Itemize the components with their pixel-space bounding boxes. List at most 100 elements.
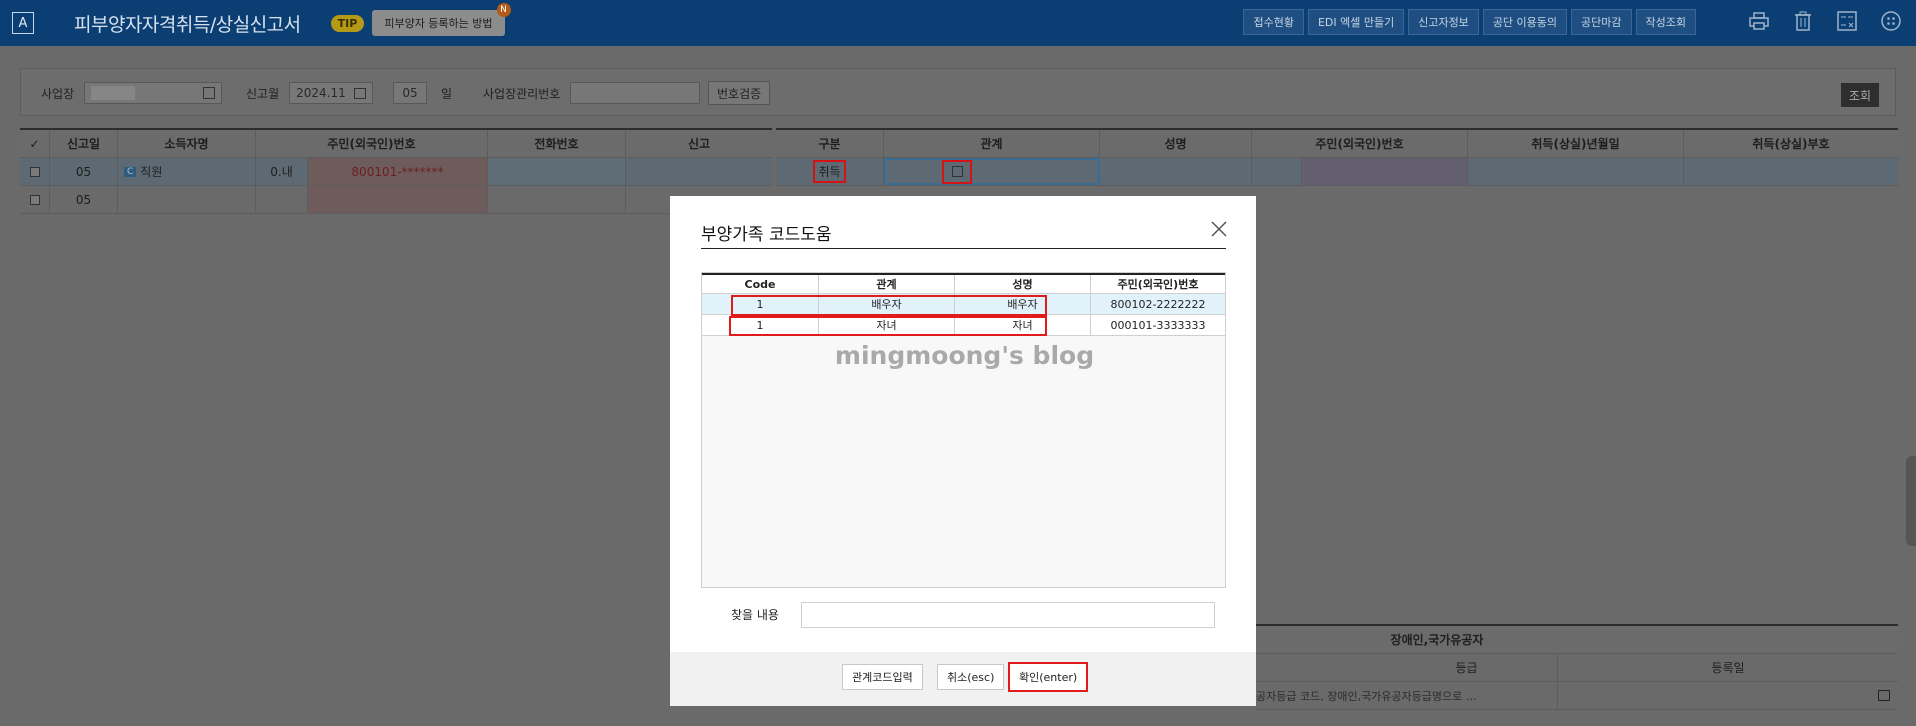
- app-logo: A: [12, 12, 34, 34]
- cancel-button[interactable]: 취소(esc): [937, 664, 1005, 690]
- agency-consent-button[interactable]: 공단 이용동의: [1482, 9, 1568, 35]
- agency-close-button[interactable]: 공단마감: [1571, 9, 1632, 35]
- col-acquire-code: 취득(상실)부호: [1684, 130, 1898, 157]
- row-day: 05: [50, 158, 118, 185]
- col-resident-no: 주민(외국인)번호: [1252, 130, 1468, 157]
- row-day: 05: [50, 186, 118, 213]
- highlight-row-2: [729, 316, 1047, 336]
- redacted-value: [91, 86, 136, 100]
- row-name: 직원: [140, 165, 163, 179]
- disability-input-row: 공자등급 코드, 장애인,국가유공자등급명으로 …: [1256, 682, 1898, 710]
- close-icon[interactable]: [1210, 220, 1228, 238]
- col-resident-no: 주민(외국인)번호: [1117, 278, 1199, 291]
- report-month-field: 신고월 2024.11: [246, 82, 374, 104]
- calculator-icon[interactable]: [1836, 10, 1858, 32]
- row-resident-no: 800102-2222222: [1110, 297, 1206, 311]
- row-acquire-date[interactable]: [1468, 158, 1684, 185]
- row-resident-no: [308, 186, 488, 213]
- menu-grid-icon[interactable]: [1880, 10, 1902, 32]
- dialog-footer: 관계코드입력 취소(esc) 확인(enter): [670, 652, 1256, 706]
- row-relation-cell[interactable]: [884, 158, 1100, 185]
- disability-panel: 장애인,국가유공자 등급 등록일 공자등급 코드, 장애인,국가유공자등급명으로…: [1256, 624, 1898, 726]
- blog-watermark: mingmoong's blog: [834, 341, 1095, 370]
- calendar-icon[interactable]: [1878, 690, 1890, 701]
- employee-grid-header: ✓ 신고일 소득자명 주민(외국인)번호 전화번호 신고: [20, 130, 772, 158]
- app-header: A 피부양자자격취득/상실신고서 TIP 피부양자 등록하는 방법 N 접수현황…: [0, 0, 1916, 46]
- trash-icon[interactable]: [1792, 10, 1814, 32]
- print-icon[interactable]: [1748, 10, 1770, 32]
- row-name-cell: C 직원: [118, 158, 256, 185]
- col-earner-name: 소득자명: [118, 130, 256, 157]
- row-category-cell[interactable]: 취득: [776, 158, 884, 185]
- row-checkbox[interactable]: [20, 158, 50, 185]
- calendar-icon[interactable]: [354, 87, 367, 99]
- confirm-button[interactable]: 확인(enter): [1008, 662, 1089, 692]
- table-row[interactable]: 05 C 직원 0.내 800101-*******: [20, 158, 772, 186]
- lookup-icon[interactable]: [203, 87, 216, 99]
- disability-title-row: 장애인,국가유공자: [1256, 626, 1898, 654]
- manage-no-label: 사업장관리번호: [483, 86, 561, 101]
- row-report: [626, 158, 772, 185]
- row-name[interactable]: [1100, 158, 1252, 185]
- col-category: 구분: [776, 130, 884, 157]
- workplace-field: 사업장: [41, 82, 223, 104]
- highlight-row-1: [731, 295, 1047, 316]
- row-acquire-code[interactable]: [1684, 158, 1898, 185]
- row-category: 취득: [812, 159, 846, 184]
- report-month-label: 신고월: [246, 86, 280, 101]
- find-input[interactable]: [801, 602, 1215, 628]
- row-resident-no: 000101-3333333: [1110, 318, 1206, 332]
- col-code: Code: [702, 275, 819, 293]
- employee-grid: ✓ 신고일 소득자명 주민(외국인)번호 전화번호 신고 05 C 직원 0.내…: [20, 128, 772, 726]
- verify-number-button[interactable]: 번호검증: [708, 81, 771, 105]
- manage-no-field: 사업장관리번호: [483, 82, 701, 104]
- report-day-unit: 일: [441, 86, 453, 101]
- table-row[interactable]: 취득: [776, 158, 1898, 186]
- grade-input[interactable]: 공자등급 코드, 장애인,국가유공자등급명으로 …: [1256, 682, 1558, 709]
- row-resident-no-a[interactable]: [1252, 158, 1302, 185]
- manage-no-input[interactable]: [570, 82, 701, 104]
- row-tag: C: [124, 166, 137, 177]
- code-table-header: Code 관계 성명 주민(외국인)번호: [702, 273, 1225, 294]
- title-divider: [701, 248, 1226, 249]
- col-acquire-date: 취득(상실)년월일: [1468, 130, 1684, 157]
- header-toolbar: 접수현황 EDI 엑셀 만들기 신고자정보 공단 이용동의 공단마감 작성조회: [1243, 9, 1696, 35]
- edi-excel-button[interactable]: EDI 엑셀 만들기: [1307, 9, 1405, 35]
- col-phone: 전화번호: [488, 130, 626, 157]
- row-resident-no-b[interactable]: [1302, 158, 1468, 185]
- check-all-icon[interactable]: ✓: [20, 130, 50, 157]
- row-resident-no: 800101-*******: [308, 158, 488, 185]
- row-phone[interactable]: [488, 186, 626, 213]
- row-checkbox[interactable]: [20, 186, 50, 213]
- new-badge: N: [496, 3, 511, 17]
- table-row[interactable]: 05: [20, 186, 772, 214]
- search-button[interactable]: 조회: [1840, 83, 1879, 107]
- workplace-label: 사업장: [41, 86, 75, 101]
- disability-title: 장애인,국가유공자: [1256, 626, 1898, 653]
- page-title: 피부양자자격취득/상실신고서: [74, 13, 301, 36]
- header-icons: [1748, 10, 1902, 32]
- reporter-info-button[interactable]: 신고자정보: [1408, 9, 1479, 35]
- workplace-select[interactable]: [84, 82, 223, 104]
- col-relation: 관계: [884, 130, 1100, 157]
- row-phone[interactable]: [488, 158, 626, 185]
- report-day-input[interactable]: 05: [393, 82, 427, 104]
- receipt-status-button[interactable]: 접수현황: [1243, 9, 1304, 35]
- dialog-title: 부양가족 코드도움: [701, 225, 832, 245]
- col-report: 신고: [626, 130, 772, 157]
- relation-lookup-icon[interactable]: [942, 159, 972, 184]
- col-report-day: 신고일: [50, 130, 118, 157]
- disability-header-row: 등급 등록일: [1256, 654, 1898, 682]
- report-month-value: 2024.11: [296, 86, 346, 100]
- code-table: Code 관계 성명 주민(외국인)번호 1 배우자 배우자 800102-22…: [701, 272, 1226, 588]
- side-panel-toggle[interactable]: [1906, 456, 1916, 546]
- tip-link[interactable]: 피부양자 등록하는 방법 N: [372, 3, 511, 36]
- tip-badge[interactable]: TIP: [330, 14, 365, 32]
- record-lookup-button[interactable]: 작성조회: [1635, 9, 1696, 35]
- registered-date-input[interactable]: [1558, 682, 1898, 709]
- report-month-input[interactable]: 2024.11: [289, 82, 374, 104]
- row-name-cell: [118, 186, 256, 213]
- relation-code-input-button[interactable]: 관계코드입력: [842, 664, 923, 690]
- row-type: 0.내: [256, 158, 308, 185]
- dependent-code-dialog: 부양가족 코드도움 Code 관계 성명 주민(외국인)번호 1 배우자 배우자…: [670, 196, 1256, 706]
